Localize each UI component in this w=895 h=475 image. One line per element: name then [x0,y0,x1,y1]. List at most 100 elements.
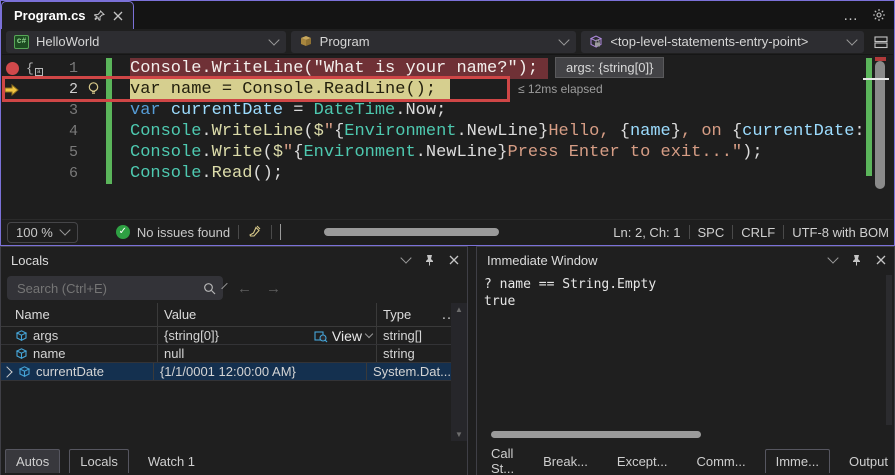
tab-title: Program.cs [14,8,86,23]
locals-search-row: ← → … [1,273,467,323]
encoding-indicator[interactable]: UTF-8 with BOM [792,225,889,240]
breadcrumb-project-dropdown[interactable]: c# HelloWorld [6,30,286,53]
caret-position[interactable]: Ln: 2, Ch: 1 [613,225,680,240]
search-icon [203,282,216,295]
code-lines[interactable]: Console.WriteLine("What is your name?");… [130,58,865,184]
view-button[interactable]: View [314,328,374,344]
forward-arrow-icon[interactable]: → [266,280,281,297]
table-row-name[interactable]: name null string [1,345,451,363]
scroll-up-icon[interactable]: ▲ [455,305,463,314]
window-position-chevron-icon[interactable] [827,252,839,264]
outline-region-icon[interactable]: {a [26,58,43,79]
tab-locals[interactable]: Locals [69,449,129,473]
editor-status-bar: 100 % ✓ No issues found Ln: 2, Ch: 1 SPC… [2,219,893,244]
locals-table-header: Name Value Type [1,303,451,327]
breadcrumb: c# HelloWorld Program <top-level-stateme… [2,29,893,55]
code-cleanup-broom-icon[interactable] [247,224,263,240]
locals-vertical-scrollbar[interactable]: ▲ ▼ [451,303,467,441]
locals-panel: Locals ← → … [0,246,468,475]
breadcrumb-type-dropdown[interactable]: Program [290,30,577,53]
immediate-input-line[interactable]: ? name == String.Empty [484,277,656,292]
current-statement-arrow-icon [4,83,20,97]
tab-breakpoints[interactable]: Break... [533,449,598,473]
tab-exceptions[interactable]: Except... [607,449,678,473]
locals-title: Locals [11,252,49,268]
breadcrumb-type-label: Program [319,34,370,49]
immediate-vertical-scrollbar[interactable] [886,275,892,425]
editor-group: Program.cs … c# HelloWorld Program <top-… [0,0,895,246]
search-box[interactable] [7,276,228,300]
document-tab-strip: Program.cs … [1,1,894,29]
close-icon[interactable] [449,255,459,265]
locals-table: Name Value Type args {string[0]} View st… [1,303,451,381]
issues-label[interactable]: No issues found [137,225,230,240]
breadcrumb-project-label: HelloWorld [36,34,100,49]
collapse-margin-chevron-icon[interactable] [280,223,282,240]
line-number: 5 [68,144,78,161]
code-editor[interactable]: {a 1 2 3 4 5 6 Console.WriteLine("What i… [2,55,893,221]
window-position-chevron-icon[interactable] [400,252,412,264]
immediate-result-line[interactable]: true [484,294,515,309]
vs-window: Program.cs … c# HelloWorld Program <top-… [0,0,895,475]
variable-icon [18,365,31,378]
tab-overflow-button[interactable]: … [843,7,858,24]
search-options-chevron-icon[interactable] [221,282,228,290]
immediate-panel: Immediate Window ? name == String.Empty … [476,246,895,475]
tab-command[interactable]: Comm... [686,449,755,473]
chevron-down-icon [59,224,71,236]
breakpoint-icon[interactable] [6,62,19,75]
column-value[interactable]: Value [158,303,377,326]
editor-vertical-scrollbar[interactable] [875,61,885,189]
tab-program-cs[interactable]: Program.cs [1,1,134,29]
scrollbar-caret-mark [863,78,889,80]
line-number: 6 [68,165,78,182]
scrollbar-change-marks [866,58,872,176]
datatip-args[interactable]: args: {string[0]} [555,57,665,78]
column-name[interactable]: Name [1,303,158,326]
pin-icon[interactable] [93,10,105,21]
pin-icon[interactable] [851,254,862,266]
class-icon [299,35,313,48]
close-icon[interactable] [113,11,123,21]
cube-lock-icon [589,34,603,49]
breadcrumb-member-dropdown[interactable]: <top-level-statements-entry-point> [581,30,864,53]
bottom-panels: Locals ← → … [0,246,895,475]
tab-call-stack[interactable]: Call St... [481,446,524,475]
editor-horizontal-scrollbar[interactable] [324,228,499,236]
table-row-args[interactable]: args {string[0]} View string[] [1,327,451,345]
chevron-down-icon [558,33,570,46]
scroll-down-icon[interactable]: ▼ [455,430,463,439]
line-number: 2 [68,81,78,98]
line-number: 1 [68,60,78,77]
variable-icon [15,347,28,360]
tab-autos[interactable]: Autos [5,449,61,473]
chevron-down-icon [364,329,374,338]
spaces-indicator[interactable]: SPC [698,225,725,240]
back-arrow-icon[interactable]: ← [237,280,252,297]
perftip[interactable]: ≤ 12ms elapsed [518,82,603,96]
line-ending-indicator[interactable]: CRLF [741,225,775,240]
table-row-currentdate[interactable]: currentDate {1/1/0001 12:00:00 AM} Syste… [1,363,451,381]
search-input[interactable] [15,279,195,297]
tab-immediate[interactable]: Imme... [764,449,830,473]
breadcrumb-member-label: <top-level-statements-entry-point> [610,34,809,49]
chevron-down-icon [268,33,280,46]
column-type[interactable]: Type [377,303,451,326]
zoom-dropdown[interactable]: 100 % [7,221,78,243]
split-window-icon[interactable] [873,35,889,49]
change-tracking-bar [106,58,112,184]
variable-icon [15,329,28,342]
scrollbar-breakpoint-mark [875,57,886,61]
tab-output[interactable]: Output [839,449,895,473]
tab-watch-1[interactable]: Watch 1 [138,449,205,473]
close-icon[interactable] [876,255,886,265]
immediate-horizontal-scrollbar[interactable] [491,431,701,438]
expand-chevron-icon[interactable] [1,365,13,378]
csharp-project-icon: c# [14,34,29,49]
immediate-tab-strip: Call St... Break... Except... Comm... Im… [481,446,895,475]
lightbulb-icon[interactable] [86,81,101,97]
line-number: 3 [68,102,78,119]
locals-tab-strip: Autos Locals Watch 1 [5,448,205,473]
settings-gear-icon[interactable] [872,8,886,22]
pin-icon[interactable] [424,254,435,266]
